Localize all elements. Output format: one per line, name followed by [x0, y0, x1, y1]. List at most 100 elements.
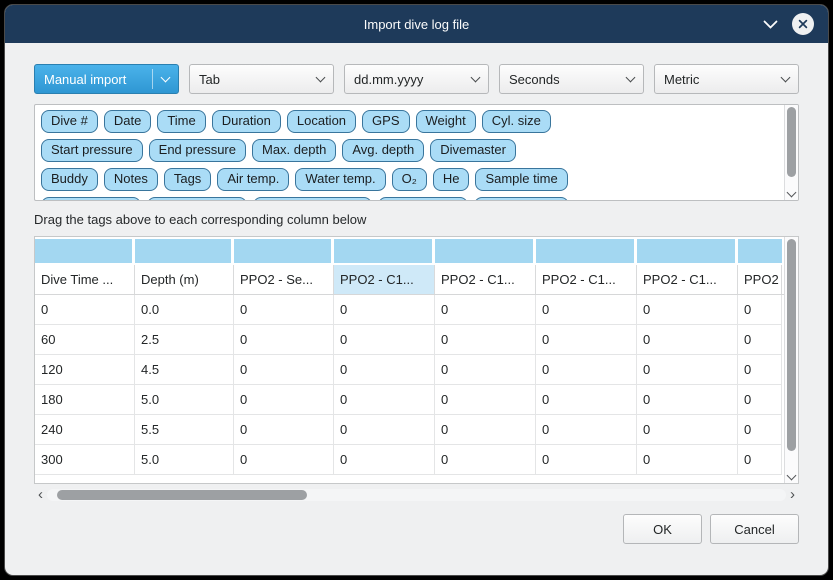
drop-target-cell[interactable]: [135, 239, 234, 263]
window-title: Import dive log file: [364, 17, 470, 32]
table-cell: 0: [637, 325, 738, 355]
import-options-row: Manual import Tab dd.mm.yyyy Seconds Met: [34, 64, 799, 94]
column-tag[interactable]: Sample CNS: [474, 197, 569, 200]
column-header[interactable]: PPO2 - C1...: [334, 265, 435, 294]
drop-target-cell[interactable]: [738, 239, 782, 263]
scroll-left-arrow-icon[interactable]: ‹: [34, 488, 47, 502]
ok-button[interactable]: OK: [623, 514, 702, 544]
column-tag[interactable]: Weight: [416, 110, 476, 133]
column-tag[interactable]: Max. depth: [252, 139, 336, 162]
drop-target-cell[interactable]: [435, 239, 536, 263]
scrollbar-handle[interactable]: [787, 239, 796, 451]
column-header[interactable]: PPO2 - Se...: [234, 265, 334, 294]
table-grid: Dive Time ...Depth (m)PPO2 - Se...PPO2 -…: [35, 237, 784, 475]
table-row: 2405.5000000: [35, 415, 784, 445]
column-header[interactable]: PPO2 - C1...: [637, 265, 738, 294]
drop-target-cell[interactable]: [234, 239, 334, 263]
column-tag[interactable]: Notes: [104, 168, 158, 191]
table-cell: 0: [637, 415, 738, 445]
table-cell: 0: [35, 295, 135, 325]
table-cell: 0: [234, 445, 334, 475]
column-tag[interactable]: Divemaster: [430, 139, 516, 162]
table-horizontal-scrollbar[interactable]: ‹ ›: [34, 487, 799, 503]
cancel-button[interactable]: Cancel: [710, 514, 799, 544]
column-tag[interactable]: Sample pressure: [253, 197, 371, 200]
chevron-down-icon[interactable]: [758, 5, 782, 43]
drop-target-cell[interactable]: [334, 239, 435, 263]
drop-target-cell[interactable]: [536, 239, 637, 263]
column-tag[interactable]: Sample time: [475, 168, 567, 191]
table-cell: 0: [435, 355, 536, 385]
date-format-value: dd.mm.yyyy: [354, 72, 423, 87]
field-separator-select[interactable]: Tab: [189, 64, 334, 94]
scrollbar-handle[interactable]: [787, 107, 796, 177]
drop-target-cell[interactable]: [637, 239, 738, 263]
column-tag[interactable]: Start pressure: [41, 139, 143, 162]
drag-instruction-label: Drag the tags above to each correspondin…: [34, 212, 799, 228]
table-vertical-scrollbar[interactable]: [784, 237, 798, 483]
column-tag[interactable]: Tags: [164, 168, 211, 191]
scroll-down-arrow-icon[interactable]: [787, 188, 797, 198]
table-cell: 0: [234, 385, 334, 415]
table-cell: 0: [536, 355, 637, 385]
column-header[interactable]: Dive Time ...: [35, 265, 135, 294]
column-header[interactable]: PPO2 - C1...: [435, 265, 536, 294]
table-cell: 0: [738, 445, 782, 475]
column-tag[interactable]: Date: [104, 110, 151, 133]
column-tag[interactable]: Location: [287, 110, 356, 133]
column-header[interactable]: PPO2: [738, 265, 782, 294]
close-button[interactable]: [788, 5, 818, 43]
column-tag[interactable]: He: [433, 168, 470, 191]
duration-format-select[interactable]: Seconds: [499, 64, 644, 94]
titlebar[interactable]: Import dive log file: [5, 5, 828, 43]
date-format-select[interactable]: dd.mm.yyyy: [344, 64, 489, 94]
table-cell: 0: [536, 325, 637, 355]
hscroll-track[interactable]: [47, 489, 786, 501]
table-row: 00.0000000: [35, 295, 784, 325]
column-tag[interactable]: End pressure: [149, 139, 246, 162]
column-tag[interactable]: Avg. depth: [342, 139, 424, 162]
column-header[interactable]: Depth (m): [135, 265, 234, 294]
column-tag[interactable]: GPS: [362, 110, 409, 133]
table-cell: 0: [435, 295, 536, 325]
import-mode-select[interactable]: Manual import: [34, 64, 179, 94]
table-cell: 0: [234, 355, 334, 385]
column-header[interactable]: PPO2 - C1...: [536, 265, 637, 294]
table-cell: 300: [35, 445, 135, 475]
scroll-down-arrow-icon[interactable]: [787, 471, 797, 481]
column-tag[interactable]: Sample depth: [41, 197, 141, 200]
column-tag[interactable]: Time: [157, 110, 205, 133]
units-select[interactable]: Metric: [654, 64, 799, 94]
column-tag[interactable]: Water temp.: [295, 168, 385, 191]
table-cell: 0: [738, 385, 782, 415]
table-cell: 0: [334, 355, 435, 385]
table-cell: 0: [536, 415, 637, 445]
column-tag[interactable]: Sample pO₂: [378, 197, 468, 200]
duration-format-value: Seconds: [509, 72, 560, 87]
combo-divider: [152, 69, 153, 89]
column-tag[interactable]: Air temp.: [217, 168, 289, 191]
drop-target-cell[interactable]: [35, 239, 135, 263]
hscroll-handle[interactable]: [57, 490, 307, 500]
table-header-row: Dive Time ...Depth (m)PPO2 - Se...PPO2 -…: [35, 265, 784, 295]
chevron-down-icon: [781, 72, 791, 82]
column-tag[interactable]: Duration: [212, 110, 281, 133]
chevron-down-icon: [316, 72, 326, 82]
dialog-buttons: OK Cancel: [34, 514, 799, 544]
tag-pool-scrollbar[interactable]: [784, 105, 798, 200]
column-tag[interactable]: Dive #: [41, 110, 98, 133]
table-cell: 0: [738, 355, 782, 385]
table-cell: 0: [435, 325, 536, 355]
import-preview-table: Dive Time ...Depth (m)PPO2 - Se...PPO2 -…: [34, 236, 799, 484]
table-cell: 0: [435, 415, 536, 445]
column-tag[interactable]: O₂: [392, 168, 427, 191]
column-tag[interactable]: Buddy: [41, 168, 98, 191]
chevron-down-icon: [161, 72, 171, 82]
table-cell: 0: [334, 415, 435, 445]
table-cell: 5.0: [135, 445, 234, 475]
table-cell: 0: [637, 385, 738, 415]
scroll-right-arrow-icon[interactable]: ›: [786, 488, 799, 502]
column-tag[interactable]: Cyl. size: [482, 110, 551, 133]
table-body: 00.0000000602.50000001204.50000001805.00…: [35, 295, 784, 475]
column-tag[interactable]: Sample temp.: [147, 197, 247, 200]
